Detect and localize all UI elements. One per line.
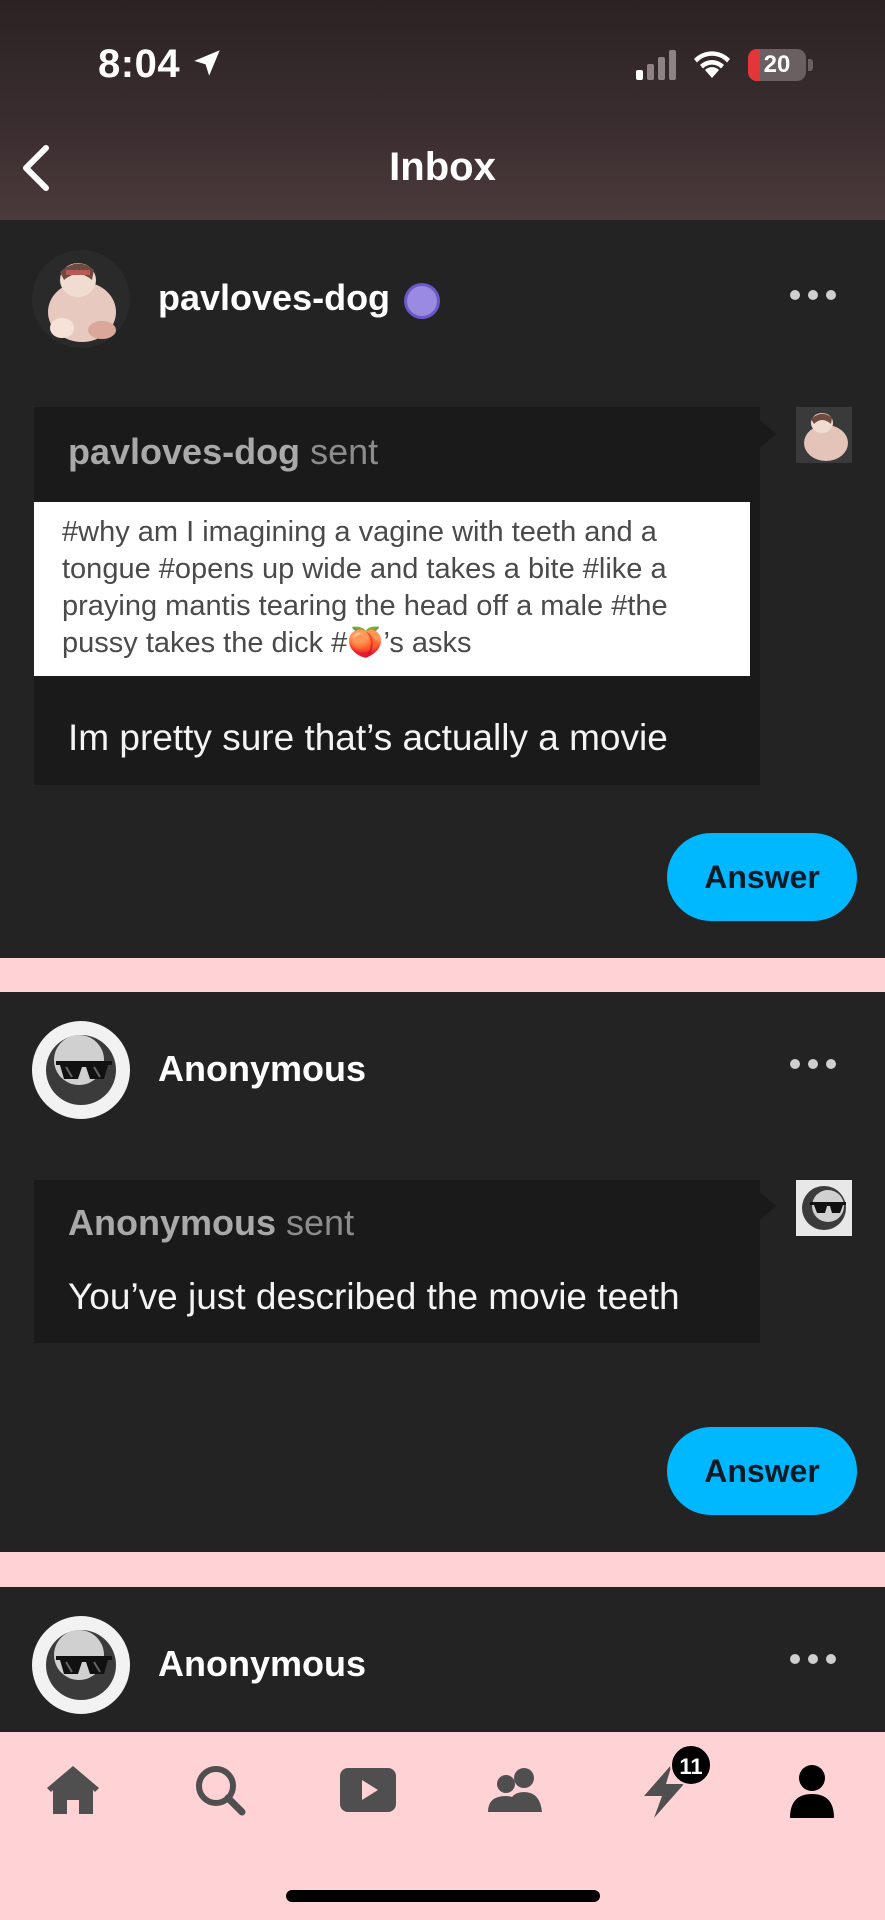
avatar[interactable] [32,1021,130,1119]
sunglasses-icon [56,1656,112,1674]
sent-suffix: sent [310,431,379,472]
battery-indicator: 20 [748,49,813,81]
sent-line: pavloves-dog sent [68,431,378,473]
header-bar: 8:04 20 Inbox [0,0,885,220]
sender-thumbnail [796,407,852,463]
ask-bubble: Anonymous sent You’ve just described the… [34,1180,760,1343]
peach-emoji: 🍑 [347,627,384,659]
account-icon[interactable] [782,1760,842,1820]
more-options-icon[interactable] [790,1057,836,1071]
sender-thumbnail [796,1180,852,1236]
ask-message: You’ve just described the movie teeth [68,1276,680,1317]
avatar-illustration [32,250,130,348]
battery-level: 20 [763,51,791,78]
home-indicator [286,1890,600,1902]
ask-card: Anonymous Anonymous sent You’ve just des… [0,992,885,1552]
cellular-signal-icon [636,50,676,80]
ask-card: Anonymous [0,1587,885,1732]
ask-bubble: pavloves-dog sent #why am I imagining a … [34,407,760,785]
home-icon[interactable] [43,1760,103,1820]
avatar[interactable] [32,250,130,348]
quote-tail: ’s asks [383,627,472,659]
answer-button[interactable]: Answer [667,833,857,921]
ask-username[interactable]: Anonymous [158,1048,366,1090]
avatar[interactable] [32,1616,130,1714]
bubble-tail [760,1192,776,1220]
more-options-icon[interactable] [790,1652,836,1666]
profile-badge-icon [404,283,440,319]
sunglasses-icon [56,1061,112,1079]
status-time: 8:04 [98,42,181,86]
bubble-tail [760,420,776,448]
video-play-icon[interactable] [338,1760,398,1820]
page-title: Inbox [389,145,496,189]
search-icon[interactable] [190,1760,250,1820]
location-arrow-icon [194,50,220,76]
ask-message: Im pretty sure that’s actually a movie [68,717,668,758]
community-icon[interactable] [486,1760,546,1820]
sent-suffix: sent [286,1202,355,1243]
wifi-icon [694,51,730,78]
sent-username: pavloves-dog [68,431,301,472]
tab-bar: 11 [0,1732,885,1920]
ask-username[interactable]: pavloves-dog [158,277,390,319]
quoted-post[interactable]: #why am I imagining a vagine with teeth … [34,502,750,676]
sent-line: Anonymous sent [68,1202,354,1244]
activity-count-badge: 11 [670,1744,712,1786]
more-options-icon[interactable] [790,288,836,302]
answer-button[interactable]: Answer [667,1427,857,1515]
ask-username[interactable]: Anonymous [158,1643,366,1685]
sent-username: Anonymous [68,1202,277,1243]
ask-card: pavloves-dog pavloves-dog sent #why am I… [0,220,885,958]
